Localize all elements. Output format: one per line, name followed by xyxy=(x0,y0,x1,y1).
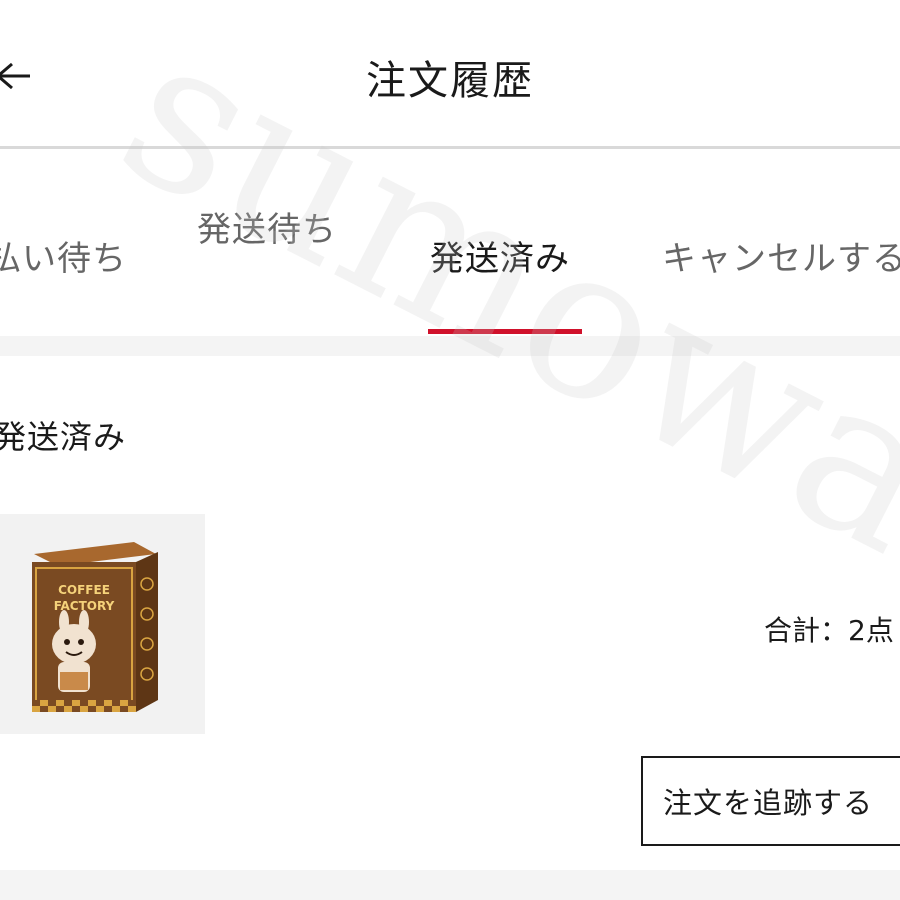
track-order-button[interactable]: 注文を追跡する xyxy=(641,756,900,846)
product-image[interactable]: COFFEE FACTORY xyxy=(0,514,205,734)
product-box-image: COFFEE FACTORY xyxy=(32,542,158,712)
active-tab-indicator xyxy=(428,329,582,334)
tab-awaiting-shipment[interactable]: 発送待ち xyxy=(197,202,337,251)
order-status-tabs: 支払い待ち 発送待ち 発送済み キャンセルする xyxy=(0,149,900,485)
section-spacer xyxy=(0,336,900,356)
order-history-page: 注文履歴 支払い待ち 発送待ち 発送済み キャンセルする 発送済み COFFE xyxy=(0,0,900,900)
tab-cancelled[interactable]: キャンセルする xyxy=(662,231,900,280)
tab-awaiting-payment[interactable]: 支払い待ち xyxy=(0,231,127,280)
order-card[interactable]: 発送済み COFFEE FACTORY 合計：2点 注文を追跡する xyxy=(0,356,900,870)
box-title-line1: COFFEE xyxy=(58,583,110,597)
order-status-label: 発送済み xyxy=(0,418,127,456)
page-title: 注文履歴 xyxy=(366,58,534,104)
order-total: 合計：2点 xyxy=(764,614,894,647)
header: 注文履歴 xyxy=(0,0,900,149)
tab-shipped[interactable]: 発送済み xyxy=(430,231,570,280)
bottom-spacer xyxy=(0,870,900,900)
